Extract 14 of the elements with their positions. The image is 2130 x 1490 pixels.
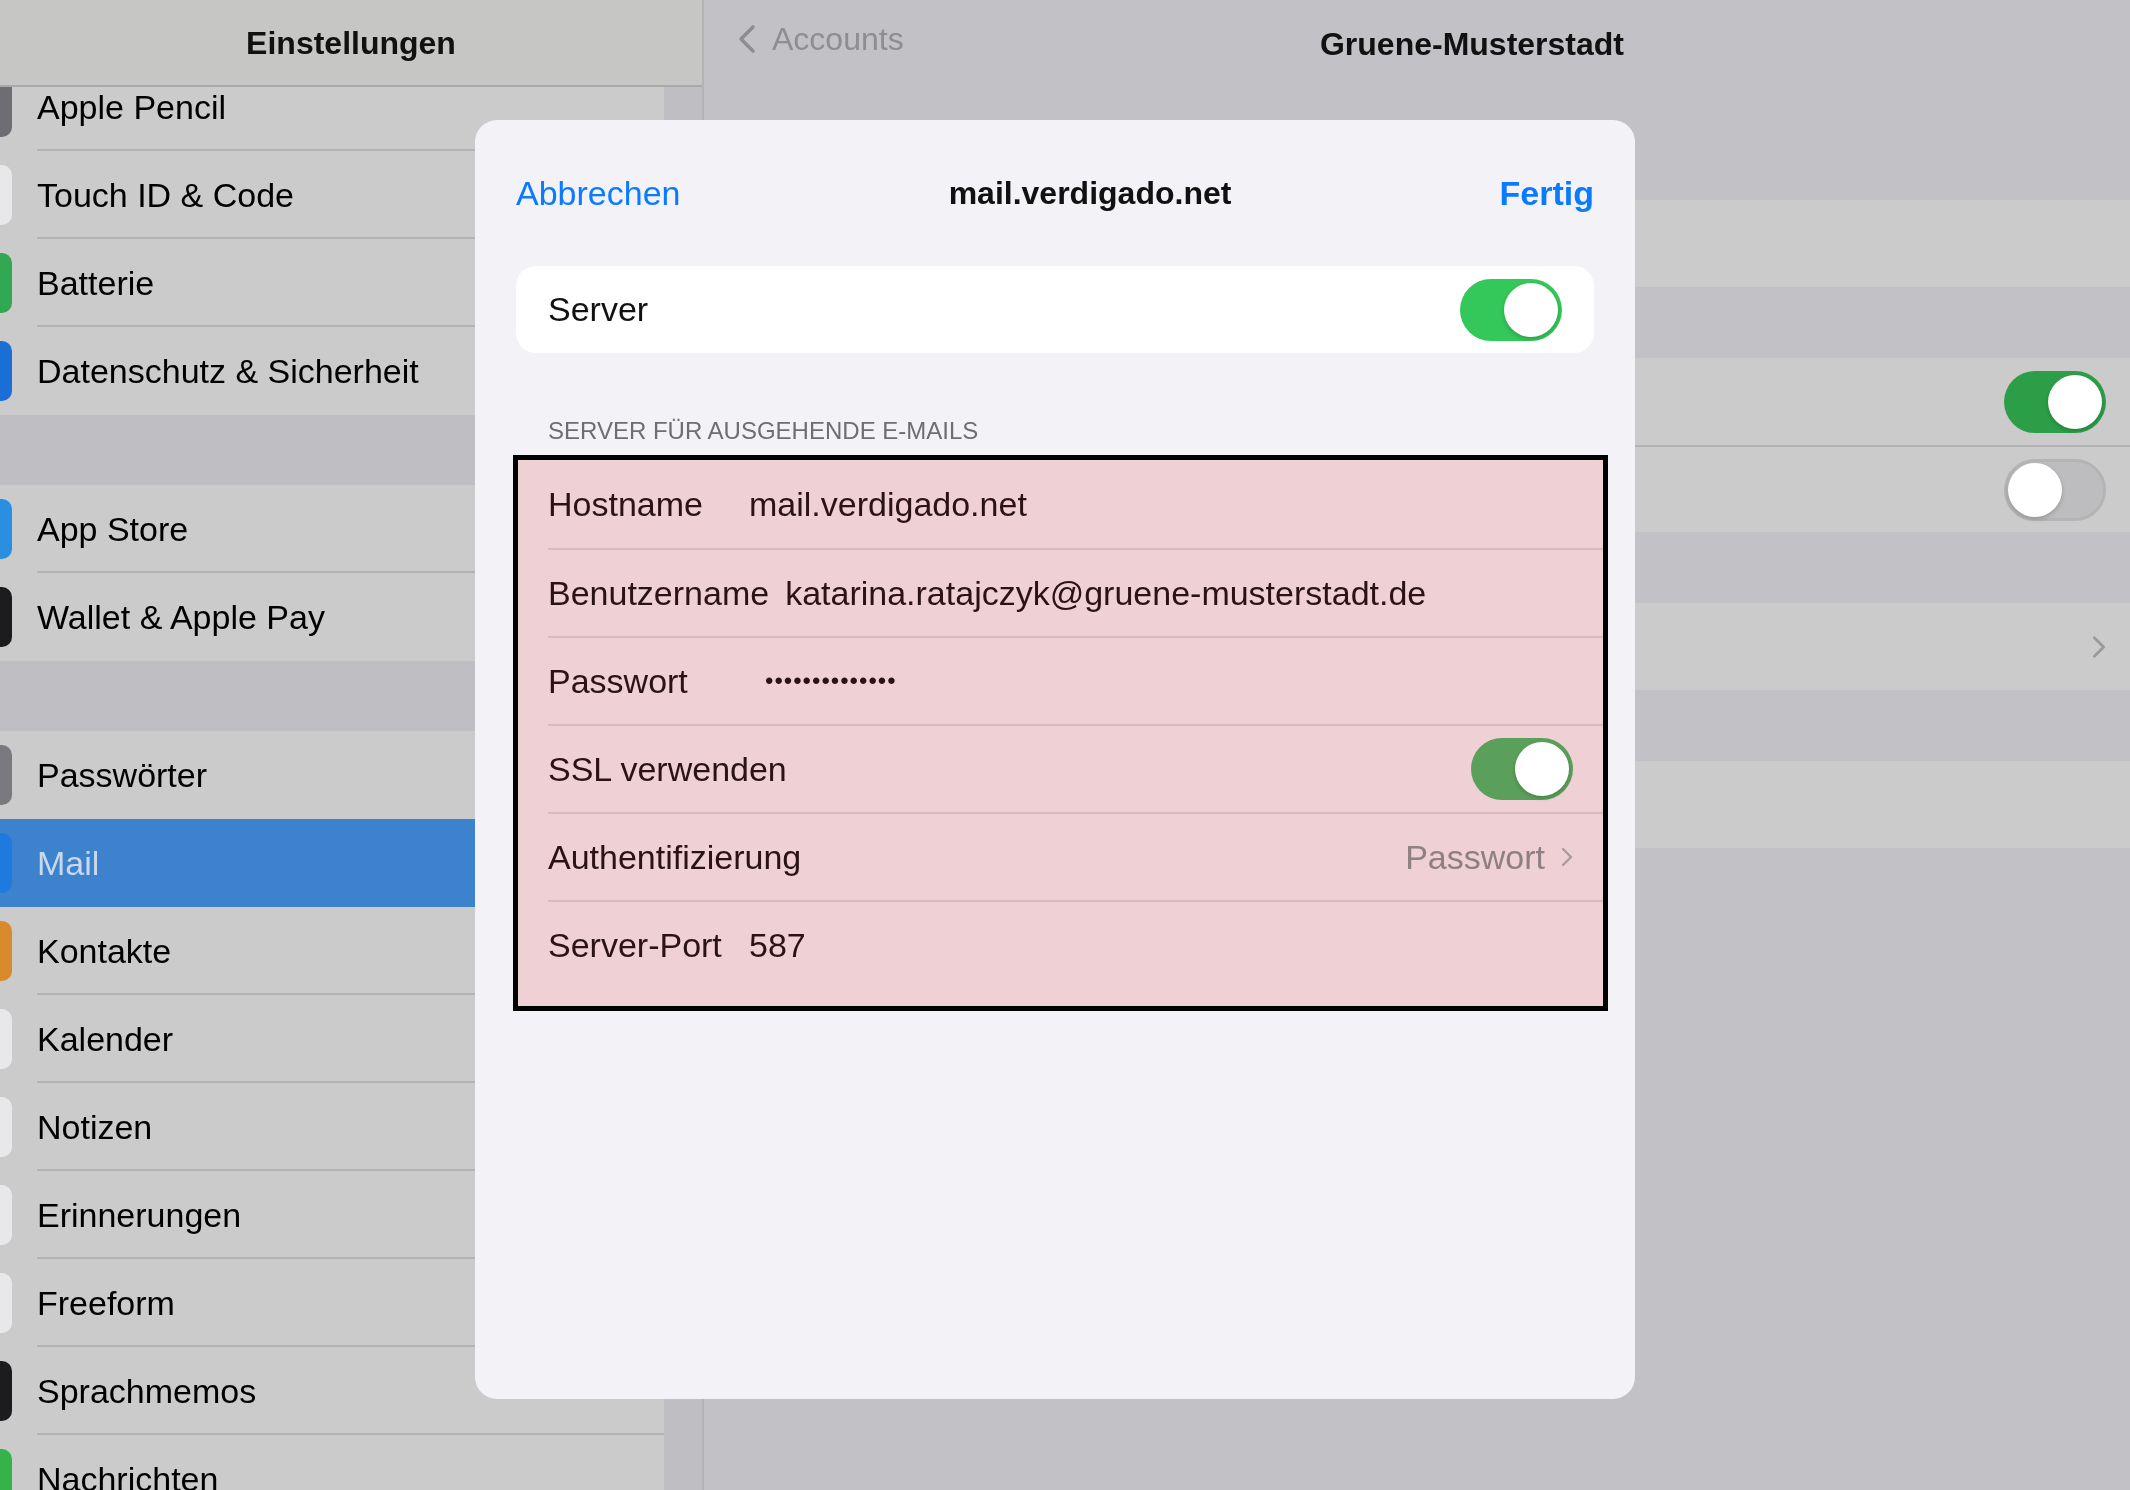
section-header: SERVER FÜR AUSGEHENDE E-MAILS xyxy=(547,416,980,446)
chevron-icon xyxy=(1561,846,1573,868)
field-value[interactable]: mail.verdigado.net xyxy=(749,478,1027,530)
password-field[interactable]: •••••••••••••• xyxy=(765,663,897,699)
sidebar-title: Einstellungen xyxy=(246,23,456,63)
sheet-title: mail.verdigado.net xyxy=(948,174,1232,213)
chevron-icon xyxy=(2092,634,2106,659)
field-value[interactable]: 587 xyxy=(749,919,806,971)
done-button[interactable]: Fertig xyxy=(1499,167,1594,219)
field-value[interactable]: katarina.ratajczyk@gruene-musterstadt.de xyxy=(785,567,1427,619)
row-label: Passwort xyxy=(548,660,689,702)
page-title: Gruene-Musterstadt xyxy=(1319,24,1624,64)
chevron-icon xyxy=(738,24,756,54)
row-label: Server xyxy=(548,289,649,330)
